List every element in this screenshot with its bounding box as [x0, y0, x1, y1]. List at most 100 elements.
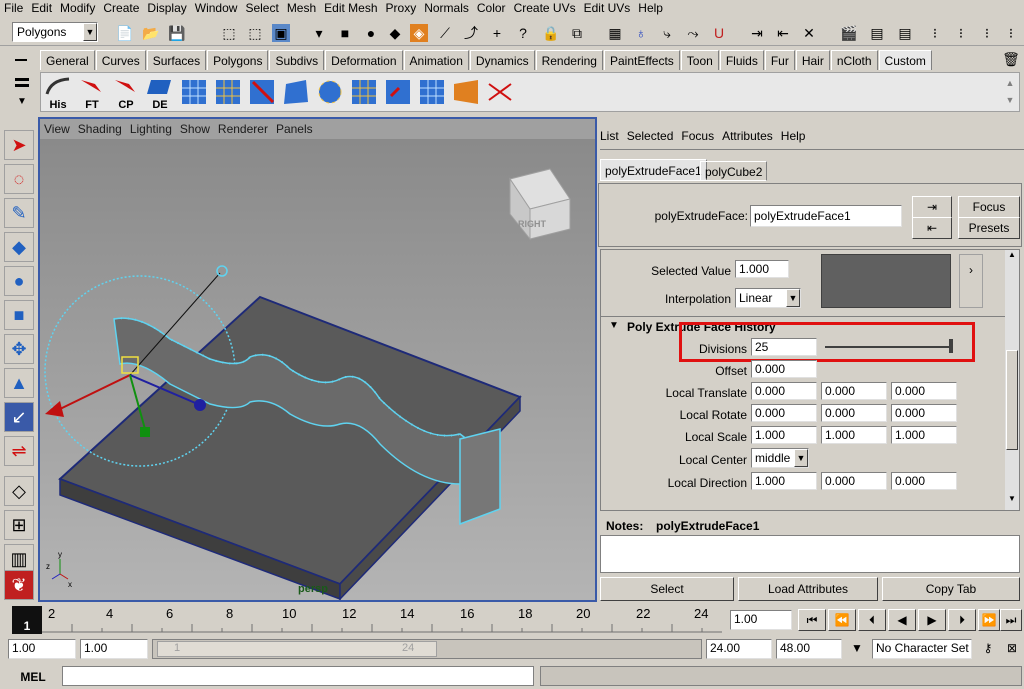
start-time-field[interactable]: 1.00	[8, 639, 76, 659]
vp-menu-view[interactable]: View	[40, 119, 74, 139]
selected-value-field[interactable]: 1.000	[735, 260, 789, 278]
shelf-tab-custom[interactable]: Custom	[878, 50, 932, 70]
menu-proxy[interactable]: Proxy	[382, 0, 421, 16]
play-backwards-icon[interactable]: ◀	[888, 609, 916, 631]
notes-textarea[interactable]	[600, 535, 1020, 573]
shelf-menu-chevron-icon[interactable]: ▼	[12, 96, 32, 108]
step-back-icon[interactable]: ⏪	[828, 609, 856, 631]
lasso-tool-icon[interactable]: ◌	[4, 164, 34, 194]
range-slider-track[interactable]: 1 24	[152, 639, 702, 659]
shelf-tab-animation[interactable]: Animation	[403, 50, 469, 70]
shelf-btn-grid7[interactable]	[417, 76, 447, 110]
shelf-btn-grid5[interactable]	[349, 76, 379, 110]
ae-menu-attributes[interactable]: Attributes	[722, 129, 773, 143]
new-scene-icon[interactable]: 📄	[116, 24, 134, 42]
local-translate-y[interactable]: 0.000	[821, 382, 887, 400]
local-scale-y[interactable]: 1.000	[821, 426, 887, 444]
vp-menu-show[interactable]: Show	[176, 119, 214, 139]
menu-mesh[interactable]: Mesh	[283, 0, 320, 16]
menu-help[interactable]: Help	[634, 0, 667, 16]
current-frame-marker[interactable]: 1	[12, 606, 42, 634]
shelf-options-icon[interactable]	[12, 52, 32, 70]
local-translate-z[interactable]: 0.000	[891, 382, 957, 400]
rotate-tool-icon[interactable]: ●	[4, 266, 34, 296]
node-input-button[interactable]: ⇥	[912, 196, 952, 218]
shelf-tab-dynamics[interactable]: Dynamics	[469, 50, 535, 70]
shelf-tab-polygons[interactable]: Polygons	[207, 50, 269, 70]
shelf-btn-grid6[interactable]	[383, 76, 413, 110]
menu-create[interactable]: Create	[99, 0, 143, 16]
shelf-btn-cp[interactable]: CP	[111, 76, 141, 111]
local-scale-x[interactable]: 1.000	[751, 426, 817, 444]
ae-menu-selected[interactable]: Selected	[627, 129, 674, 143]
shelf-btn-grid8[interactable]	[451, 76, 481, 110]
menu-file[interactable]: File	[0, 0, 27, 16]
chevron-right-icon[interactable]: ›	[959, 254, 983, 308]
shelf-tab-surfaces[interactable]: Surfaces	[146, 50, 207, 70]
play-forwards-icon[interactable]: ▶	[918, 609, 946, 631]
shelf-tab-ncloth[interactable]: nCloth	[830, 50, 878, 70]
shelf-tab-general[interactable]: General	[40, 50, 95, 70]
local-scale-z[interactable]: 1.000	[891, 426, 957, 444]
shelf-settings-icon[interactable]	[12, 74, 32, 92]
shelf-tab-subdivs[interactable]: Subdivs	[269, 50, 325, 70]
menu-edit-uvs[interactable]: Edit UVs	[580, 0, 635, 16]
ae-tab-polycube2[interactable]: polyCube2	[700, 161, 768, 181]
local-rotate-x[interactable]: 0.000	[751, 404, 817, 422]
shelf-btn-grid1[interactable]	[179, 76, 209, 110]
local-center-select[interactable]: middle ▼	[751, 448, 809, 468]
ae-scrollbar[interactable]: ▲ ▼	[1005, 250, 1019, 510]
output-icon[interactable]: ⇤	[774, 24, 792, 42]
ae-menu-list[interactable]: List	[600, 129, 619, 143]
menu-modify[interactable]: Modify	[56, 0, 99, 16]
shelf-tab-hair[interactable]: Hair	[795, 50, 830, 70]
lock-icon[interactable]: 🔒	[542, 24, 560, 42]
copy-tab-button[interactable]: Copy Tab	[882, 577, 1020, 601]
vp-menu-renderer[interactable]: Renderer	[214, 119, 272, 139]
single-view-icon[interactable]: ◇	[4, 476, 34, 506]
time-slider[interactable]: 1 2 4 6 8 10 12 14 16 18 20 22 24 1.00 ⏮…	[0, 604, 1024, 636]
select-button[interactable]: Select	[600, 577, 734, 601]
shelf-btn-his[interactable]: His	[43, 76, 73, 111]
construction-history-icon[interactable]: ▦	[606, 24, 624, 42]
select-hierarchy-icon[interactable]: ⬚	[220, 24, 238, 42]
menu-select[interactable]: Select	[241, 0, 282, 16]
select-misc-icon[interactable]: ◈	[410, 24, 428, 42]
character-set-chevron-icon[interactable]: ▼	[846, 641, 868, 659]
shelf-tab-fluids[interactable]: Fluids	[719, 50, 764, 70]
vp-menu-panels[interactable]: Panels	[272, 119, 317, 139]
preferences-icon[interactable]: ⊠	[1002, 641, 1022, 659]
soft-mod-tool-icon[interactable]: ▲	[4, 368, 34, 398]
select-edge-icon[interactable]: ■	[336, 24, 354, 42]
shelf-btn-curve[interactable]	[485, 76, 515, 110]
menu-color[interactable]: Color	[473, 0, 510, 16]
scrollbar-thumb[interactable]	[1006, 350, 1018, 450]
offset-field[interactable]: 0.000	[751, 360, 817, 378]
open-scene-icon[interactable]: 📂	[142, 24, 160, 42]
playback-end-field[interactable]: 24.00	[706, 639, 772, 659]
menu-create-uvs[interactable]: Create UVs	[510, 0, 580, 16]
shelf-tab-toon[interactable]: Toon	[680, 50, 719, 70]
shelf-btn-grid4[interactable]	[281, 76, 311, 110]
ramp-swatch[interactable]	[821, 254, 951, 308]
ae-menu-focus[interactable]: Focus	[681, 129, 714, 143]
hypergraph-icon[interactable]: ⤳	[684, 24, 702, 42]
vp-menu-lighting[interactable]: Lighting	[126, 119, 176, 139]
four-view-icon[interactable]: ⊞	[4, 510, 34, 540]
shelf-scroll-icon[interactable]: ▲ ▼	[1003, 75, 1017, 109]
symmetry-icon[interactable]: ✕	[800, 24, 818, 42]
graph-icon[interactable]: ⤷	[658, 24, 676, 42]
menu-display[interactable]: Display	[143, 0, 190, 16]
menu-window[interactable]: Window	[191, 0, 242, 16]
shelf-tab-painteffects[interactable]: PaintEffects	[603, 50, 680, 70]
shelf-btn-grid2[interactable]	[213, 76, 243, 110]
node-name-field[interactable]: polyExtrudeFace1	[750, 205, 902, 227]
shelf-tab-deformation[interactable]: Deformation	[325, 50, 403, 70]
local-rotate-y[interactable]: 0.000	[821, 404, 887, 422]
step-forward-icon[interactable]: ⏩	[978, 609, 1000, 631]
mel-label[interactable]: MEL	[8, 667, 58, 687]
local-translate-x[interactable]: 0.000	[751, 382, 817, 400]
magnet-icon[interactable]: U	[710, 24, 728, 42]
snap-curve-icon[interactable]: ⤴	[462, 24, 480, 42]
load-attributes-button[interactable]: Load Attributes	[738, 577, 878, 601]
